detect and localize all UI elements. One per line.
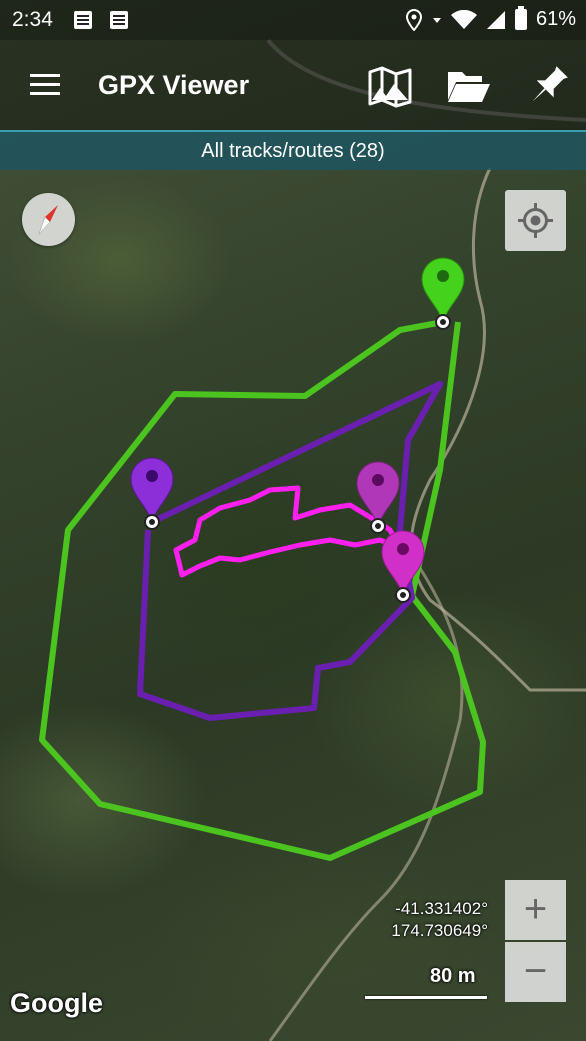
longitude-value: 174.730649° xyxy=(391,921,488,940)
location-icon xyxy=(405,8,422,31)
battery-percent: 61% xyxy=(535,8,576,30)
zoom-in-button[interactable]: + xyxy=(505,880,566,940)
latitude-value: -41.331402° xyxy=(395,899,488,918)
app-title: GPX Viewer xyxy=(98,70,250,100)
scale-bar xyxy=(365,996,487,999)
notification-icon xyxy=(74,11,92,29)
track-green xyxy=(39,319,486,861)
signal-icon xyxy=(486,10,505,29)
hamburger-menu-icon[interactable] xyxy=(26,70,66,100)
status-bar: 2:34 61% xyxy=(0,0,586,40)
wifi-icon xyxy=(450,9,477,29)
map-icon[interactable] xyxy=(364,60,416,112)
compass-icon[interactable] xyxy=(22,193,75,246)
marker-pink[interactable] xyxy=(381,530,425,603)
folder-open-icon[interactable] xyxy=(442,60,494,112)
track-filter-bar[interactable]: All tracks/routes (28) xyxy=(0,130,586,170)
notification-icon xyxy=(110,11,128,29)
status-time: 2:34 xyxy=(12,8,53,31)
pin-icon[interactable] xyxy=(522,60,574,112)
zoom-out-button[interactable]: − xyxy=(505,942,566,1002)
marker-purple[interactable] xyxy=(130,457,174,530)
crosshair-icon[interactable] xyxy=(505,190,566,251)
scale-label: 80 m xyxy=(430,965,476,987)
google-logo: Google xyxy=(10,988,103,1018)
arrow-down-icon xyxy=(432,17,441,23)
status-right: 61% xyxy=(405,6,576,31)
battery-icon xyxy=(514,6,527,30)
app-bar: GPX Viewer xyxy=(0,40,586,130)
marker-magenta[interactable] xyxy=(356,461,400,534)
zoom-controls: + − xyxy=(505,880,566,1002)
coordinates-readout: -41.331402° 174.730649° xyxy=(391,898,488,942)
marker-green[interactable] xyxy=(421,257,465,330)
